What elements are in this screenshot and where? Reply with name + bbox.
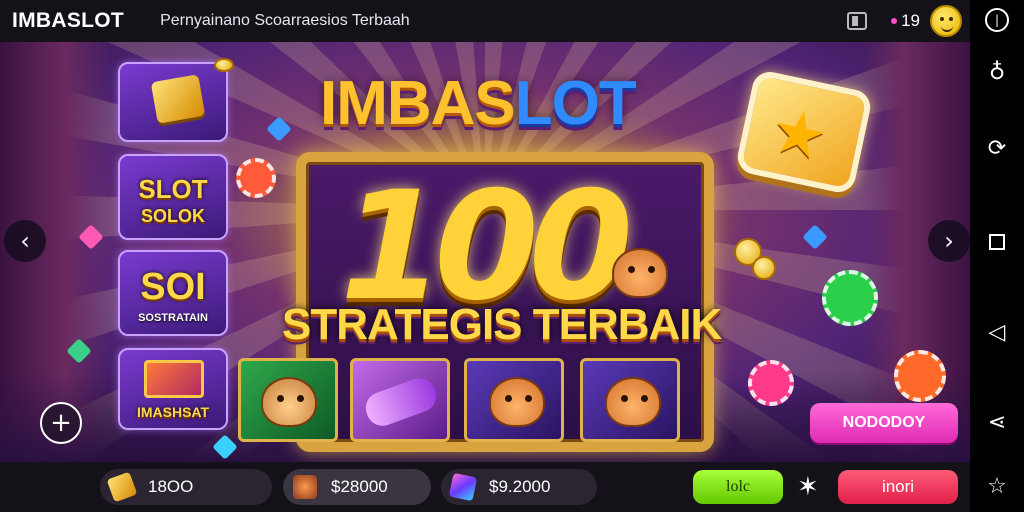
back-icon[interactable]: ◁ [985,320,1009,345]
game-thumbnail-4[interactable]: IMASHSAT [118,348,228,430]
brand-logo-text[interactable]: IMBASLOT [12,9,124,33]
money-balance[interactable]: $28000 [283,469,431,505]
kangaroo-icon [605,377,661,427]
next-arrow-icon[interactable]: › [928,220,970,262]
potion-icon [361,373,441,431]
reel-1 [238,358,338,442]
game-thumbnail-2[interactable]: SLOT SOLOK [118,154,228,240]
square-icon[interactable] [985,230,1009,254]
top-bar: IMBASLOT Pernyainano Scoarraesios Terbaa… [0,0,970,42]
gem-icon [448,472,478,502]
sparkle-icon[interactable]: ✶ [797,472,819,502]
poker-chip-icon [822,270,878,326]
thumbnail-title: IMASHSAT [136,404,210,420]
red-action-button[interactable]: inori [838,470,958,504]
treasure-chest-icon [144,360,204,398]
money-balance-value: $28000 [331,477,388,496]
battery-icon[interactable] [847,12,868,30]
thumbnail-title: SLOT [138,174,208,204]
game-banner[interactable]: SLOT SOLOK SOI SOSTRATAIN IMASHSAT ★ IMB… [0,42,970,462]
thumbnail-title: SOI [140,266,206,308]
money-bag-icon [293,475,317,499]
reel-2 [350,358,450,442]
thumbnail-subtitle: SOSTRATAIN [138,312,208,324]
coin-icon [214,58,234,72]
poker-chip-icon [894,350,946,402]
gold-balance-value: 18OO [148,477,194,496]
bulb-icon[interactable]: ♁ [985,60,1009,85]
notification-count: 19 [901,11,920,30]
notification-dot-icon [891,18,898,24]
gold-bar-icon [150,74,206,124]
gold-bar-icon [106,471,138,503]
bottom-bar: 18OO $28000 $9.2000 lolc ✶ inori [0,462,970,512]
reel-3 [464,358,564,442]
page-subtitle: Pernyainano Scoarraesios Terbaah [160,12,410,29]
top-right-controls: 19 [847,0,962,42]
kangaroo-mascot-icon [612,248,668,298]
strapline: STRATEGIS TERBAIK [282,300,722,349]
reel-4 [580,358,680,442]
power-icon[interactable]: | [985,8,1009,32]
game-logo: IMBASLOT [320,69,637,138]
green-action-button[interactable]: lolc [693,470,783,504]
avatar[interactable] [930,5,962,37]
gem-balance-value: $9.2000 [489,477,551,496]
game-thumbnail-1[interactable] [118,62,228,142]
system-nav-rail: | ♁ ⟳ ◁ ⋖ ☆ [970,0,1024,512]
thumbnail-subtitle: SOLOK [140,206,205,226]
poker-chip-icon [236,158,276,198]
add-button[interactable]: + [40,402,82,444]
rotate-icon[interactable]: ⟳ [985,136,1009,161]
monkey-icon [261,377,317,427]
gold-balance[interactable]: 18OO [100,469,272,505]
previous-arrow-icon[interactable]: ‹ [4,220,46,262]
fox-icon [489,377,545,427]
share-icon[interactable]: ⋖ [985,410,1009,435]
coin-icon [752,256,776,280]
game-thumbnail-3[interactable]: SOI SOSTRATAIN [118,250,228,336]
poker-chip-icon [748,360,794,406]
gem-balance[interactable]: $9.2000 [441,469,597,505]
star-icon[interactable]: ☆ [985,474,1009,499]
promo-button[interactable]: NODODOY [810,403,958,443]
